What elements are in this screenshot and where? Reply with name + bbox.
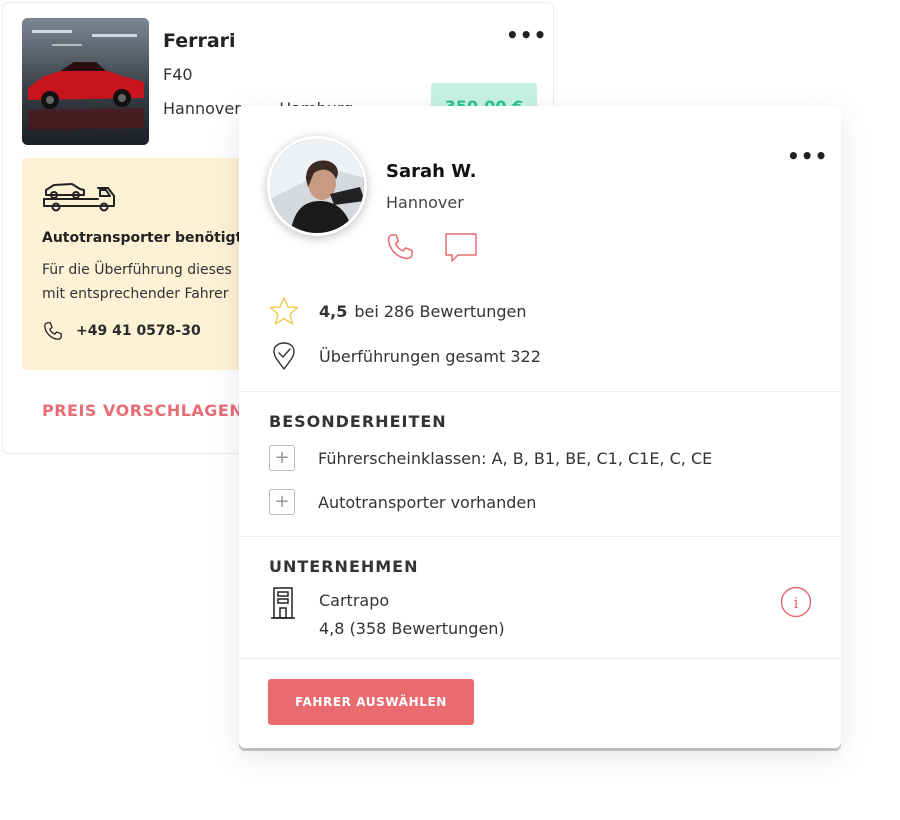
rating-text: bei 286 Bewertungen — [354, 301, 527, 321]
building-icon — [271, 587, 295, 619]
car-model: F40 — [163, 65, 193, 84]
car-title: Ferrari — [163, 30, 236, 52]
features-title: BESONDERHEITEN — [269, 412, 447, 431]
location-check-icon — [273, 342, 295, 370]
info-icon[interactable]: i — [780, 586, 812, 618]
transfers-text: Überführungen gesamt 322 — [319, 346, 541, 366]
company-name: Cartrapo — [319, 591, 390, 610]
divider — [239, 391, 841, 392]
feature-item: + Autotransporter vorhanden — [269, 489, 536, 515]
transport-notice: Autotransporter benötigt Für die Überfüh… — [22, 158, 262, 370]
phone-icon[interactable] — [385, 232, 415, 262]
feature-item: + Führerscheinklassen: A, B, B1, BE, C1,… — [269, 445, 712, 471]
route-from: Hannover — [163, 99, 241, 118]
phone-icon — [44, 322, 62, 340]
driver-card: Sarah W. Hannover ••• 4,5 bei 286 Bewert… — [239, 106, 841, 748]
transport-description: Für die Überführung dieses mit entsprech… — [42, 258, 232, 306]
feature-label: Führerscheinklassen: A, B, B1, BE, C1, C… — [318, 448, 713, 468]
phone-number: +49 41 0578-30 — [76, 323, 201, 339]
rating-row: 4,5 bei 286 Bewertungen — [269, 296, 527, 326]
select-driver-button[interactable]: FAHRER AUSWÄHLEN — [268, 679, 474, 725]
feature-label: Autotransporter vorhanden — [318, 492, 537, 512]
order-more-icon[interactable]: ••• — [506, 23, 547, 47]
company-rating: 4,8 (358 Bewertungen) — [319, 619, 505, 638]
chat-icon[interactable] — [444, 232, 478, 262]
avatar — [267, 136, 367, 236]
propose-price-link[interactable]: PREIS VORSCHLAGEN — [42, 401, 243, 420]
transfers-row: Überführungen gesamt 322 — [269, 341, 541, 371]
divider — [239, 658, 841, 659]
phone-row[interactable]: +49 41 0578-30 — [42, 320, 201, 342]
driver-name: Sarah W. — [386, 161, 477, 182]
company-title: UNTERNEHMEN — [269, 557, 419, 576]
car-transporter-icon — [43, 183, 115, 212]
transport-desc-line: Für die Überführung dieses — [42, 262, 232, 278]
car-image — [22, 18, 149, 145]
plus-icon: + — [269, 489, 295, 515]
driver-more-icon[interactable]: ••• — [787, 144, 828, 168]
svg-text:i: i — [794, 594, 799, 612]
transport-desc-line: mit entsprechender Fahrer — [42, 286, 229, 302]
star-icon — [269, 297, 299, 325]
driver-city: Hannover — [386, 193, 464, 212]
divider — [239, 536, 841, 537]
plus-icon: + — [269, 445, 295, 471]
rating-value: 4,5 — [319, 301, 348, 321]
transport-title: Autotransporter benötigt — [42, 230, 243, 246]
